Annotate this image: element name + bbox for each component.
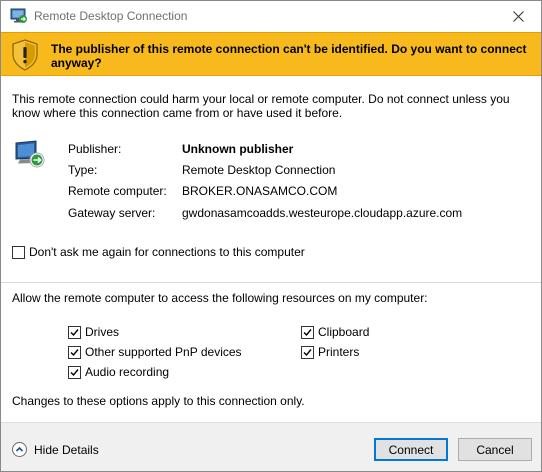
checkbox-box[interactable] [12,245,25,259]
gateway-server-label: Gateway server: [68,206,156,220]
window-title: Remote Desktop Connection [34,9,188,23]
hide-details-label: Hide Details [34,442,99,457]
close-icon [512,11,524,22]
type-value: Remote Desktop Connection [182,163,336,177]
remote-computer-label: Remote computer: [68,184,167,198]
remote-computer-icon [15,140,45,168]
connect-button[interactable]: Connect [374,438,448,461]
remote-computer-value: BROKER.ONASAMCO.COM [182,184,338,198]
audio-recording-checkbox[interactable]: Audio recording [68,365,169,379]
clipboard-label: Clipboard [318,325,370,339]
hide-details-button[interactable]: Hide Details [12,442,99,457]
remote-desktop-app-icon [10,8,27,23]
checkbox-box[interactable] [68,325,81,339]
checkbox-box[interactable] [68,365,81,379]
checkmark-icon [70,348,79,356]
checkmark-icon [70,368,79,376]
printers-label: Printers [318,345,360,359]
clipboard-checkbox[interactable]: Clipboard [301,325,369,339]
resources-note: Changes to these options apply to this c… [12,394,305,408]
rdp-dialog: Remote Desktop Connection The publisher … [0,0,542,472]
warning-shield-icon [12,39,38,71]
title-bar[interactable]: Remote Desktop Connection [1,1,541,32]
checkmark-icon [303,348,312,356]
drives-label: Drives [85,325,120,339]
publisher-value: Unknown publisher [182,142,294,156]
warning-banner: The publisher of this remote connection … [1,32,541,76]
resources-header: Allow the remote computer to access the … [12,291,428,305]
pnp-devices-label: Other supported PnP devices [85,345,242,359]
gateway-server-value: gwdonasamcoadds.westeurope.cloudapp.azur… [182,206,463,220]
printers-checkbox[interactable]: Printers [301,345,359,359]
checkbox-box[interactable] [301,345,314,359]
close-button[interactable] [495,1,541,32]
publisher-label: Publisher: [68,142,122,156]
drives-checkbox[interactable]: Drives [68,325,119,339]
checkmark-icon [303,328,312,336]
cancel-button[interactable]: Cancel [458,438,532,461]
checkmark-icon [70,328,79,336]
type-label: Type: [68,163,98,177]
checkbox-box[interactable] [68,345,81,359]
dont-ask-label: Don't ask me again for connections to th… [29,245,305,259]
chevron-up-circle-icon [12,442,27,457]
checkbox-box[interactable] [301,325,314,339]
audio-recording-label: Audio recording [85,365,170,379]
dont-ask-checkbox[interactable]: Don't ask me again for connections to th… [12,245,305,259]
warning-text: This remote connection could harm your l… [12,92,510,120]
pnp-devices-checkbox[interactable]: Other supported PnP devices [68,345,242,359]
banner-message: The publisher of this remote connection … [51,42,527,70]
